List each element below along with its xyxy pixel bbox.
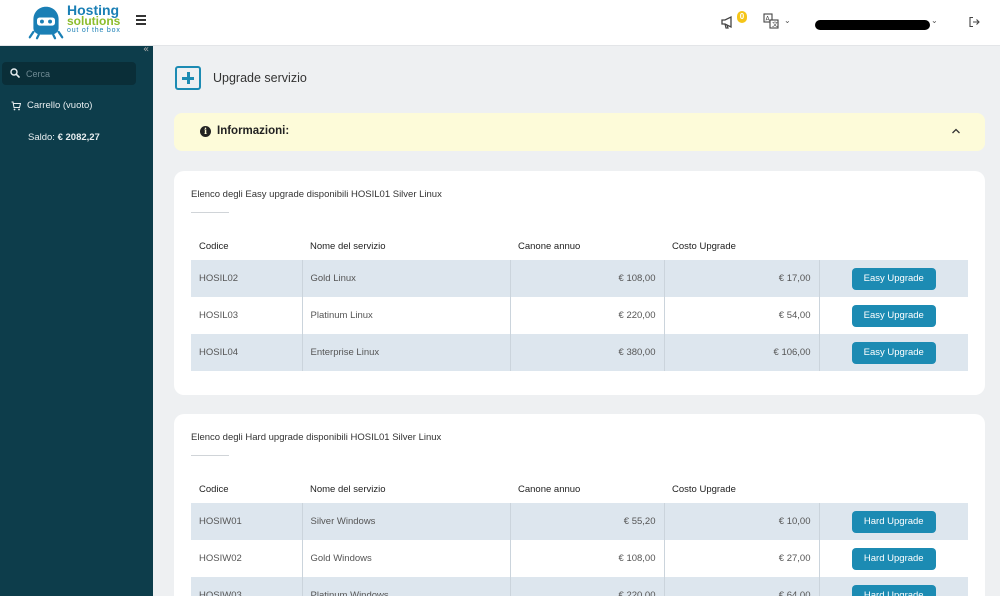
search-input[interactable] <box>26 66 126 81</box>
main-content: Upgrade servizio i Informazioni: Elenco … <box>153 46 1000 596</box>
cell-code: HOSIL04 <box>191 334 302 371</box>
logout-icon[interactable] <box>968 16 980 28</box>
balance: Saldo: € 2082,27 <box>28 132 100 143</box>
easy-upgrade-table: Codice Nome del servizio Canone annuo Co… <box>191 233 968 371</box>
cell-action: Easy Upgrade <box>818 260 968 297</box>
table-header-row: Codice Nome del servizio Canone annuo Co… <box>191 233 968 260</box>
sidebar-collapse-icon[interactable]: « <box>143 44 149 55</box>
page-header: Upgrade servizio <box>175 66 307 90</box>
cell-annual-fee: € 380,00 <box>509 334 664 371</box>
user-chevron-down-icon[interactable]: ⌄ <box>931 16 938 25</box>
chevron-up-icon[interactable] <box>951 126 961 136</box>
column-header-annual-fee: Canone annuo <box>518 484 581 495</box>
cell-name: Enterprise Linux <box>301 334 510 371</box>
table-row: HOSIW02 Gold Windows € 108,00 € 27,00 Ha… <box>191 540 968 577</box>
balance-label: Saldo: <box>28 132 55 143</box>
cell-name: Platinum Windows <box>301 577 510 596</box>
hard-upgrade-card: Elenco degli Hard upgrade disponibili HO… <box>174 414 985 596</box>
cell-upgrade-cost: € 64,00 <box>663 577 819 596</box>
divider <box>191 455 229 456</box>
translate-icon[interactable]: A 文 <box>763 13 779 29</box>
cell-action: Hard Upgrade <box>818 503 968 540</box>
cell-annual-fee: € 108,00 <box>509 260 664 297</box>
cell-name: Platinum Linux <box>301 297 510 334</box>
brand-tagline: out of the box <box>67 27 121 34</box>
table-row: HOSIW01 Silver Windows € 55,20 € 10,00 H… <box>191 503 968 540</box>
cart-icon <box>11 101 21 110</box>
balance-value: € 2082,27 <box>57 132 100 143</box>
column-header-upgrade-cost: Costo Upgrade <box>672 241 736 252</box>
hard-upgrade-button[interactable]: Hard Upgrade <box>851 547 936 570</box>
plus-square-icon <box>175 66 201 90</box>
info-title: Informazioni: <box>217 125 290 137</box>
svg-text:文: 文 <box>772 21 778 29</box>
hard-upgrade-button[interactable]: Hard Upgrade <box>851 584 936 596</box>
table-row: HOSIW03 Platinum Windows € 220,00 € 64,0… <box>191 577 968 596</box>
cell-code: HOSIW01 <box>191 503 302 540</box>
column-header-annual-fee: Canone annuo <box>518 241 581 252</box>
megaphone-icon[interactable] <box>720 14 736 30</box>
column-header-name: Nome del servizio <box>310 484 386 495</box>
easy-upgrade-title: Elenco degli Easy upgrade disponibili HO… <box>191 189 442 200</box>
column-header-code: Codice <box>199 484 229 495</box>
column-header-code: Codice <box>199 241 229 252</box>
user-name-redacted[interactable] <box>815 20 930 30</box>
language-chevron-down-icon[interactable]: ⌄ <box>784 16 791 25</box>
notification-badge: 0 <box>737 11 747 23</box>
hard-upgrade-title: Elenco degli Hard upgrade disponibili HO… <box>191 432 442 443</box>
cell-code: HOSIW03 <box>191 577 302 596</box>
easy-upgrade-button[interactable]: Easy Upgrade <box>851 341 936 364</box>
hard-upgrade-table: Codice Nome del servizio Canone annuo Co… <box>191 476 968 596</box>
easy-upgrade-button[interactable]: Easy Upgrade <box>851 304 936 327</box>
cell-action: Hard Upgrade <box>818 540 968 577</box>
hard-upgrade-button[interactable]: Hard Upgrade <box>851 510 936 533</box>
table-row: HOSIL03 Platinum Linux € 220,00 € 54,00 … <box>191 297 968 334</box>
logo-text: Hosting solutions out of the box <box>67 3 121 34</box>
cell-action: Hard Upgrade <box>818 577 968 596</box>
cell-annual-fee: € 55,20 <box>509 503 664 540</box>
top-bar: Hosting solutions out of the box 0 A 文 ⌄… <box>0 0 1000 46</box>
search-icon <box>10 68 20 78</box>
column-header-name: Nome del servizio <box>310 241 386 252</box>
column-header-action <box>819 476 968 503</box>
easy-upgrade-card: Elenco degli Easy upgrade disponibili HO… <box>174 171 985 395</box>
cell-action: Easy Upgrade <box>818 334 968 371</box>
table-header-row: Codice Nome del servizio Canone annuo Co… <box>191 476 968 503</box>
sidebar: « Carrello (vuoto) Saldo: € 2082,27 <box>0 44 153 596</box>
cart-label: Carrello (vuoto) <box>27 100 93 111</box>
cell-name: Gold Linux <box>301 260 510 297</box>
cell-code: HOSIW02 <box>199 553 242 564</box>
cell-upgrade-cost: € 10,00 <box>663 503 819 540</box>
cell-upgrade-cost: € 106,00 <box>663 334 819 371</box>
cell-action: Easy Upgrade <box>818 297 968 334</box>
menu-toggle-icon[interactable] <box>136 15 146 25</box>
search-box[interactable] <box>2 62 136 85</box>
cell-name: Gold Windows <box>301 540 510 577</box>
column-header-upgrade-cost: Costo Upgrade <box>672 484 736 495</box>
cell-code: HOSIL03 <box>199 310 239 321</box>
cell-upgrade-cost: € 27,00 <box>663 540 819 577</box>
info-panel[interactable]: i Informazioni: <box>174 113 985 151</box>
brand-subtitle: solutions <box>67 14 121 28</box>
divider <box>191 212 229 213</box>
info-circle-icon: i <box>200 126 211 137</box>
cell-code: HOSIL02 <box>191 260 302 297</box>
page-title: Upgrade servizio <box>213 71 307 85</box>
cell-annual-fee: € 108,00 <box>509 540 664 577</box>
table-row: HOSIL02 Gold Linux € 108,00 € 17,00 Easy… <box>191 260 968 297</box>
easy-upgrade-button[interactable]: Easy Upgrade <box>851 267 936 290</box>
cell-annual-fee: € 220,00 <box>509 297 664 334</box>
table-row: HOSIL04 Enterprise Linux € 380,00 € 106,… <box>191 334 968 371</box>
cell-upgrade-cost: € 54,00 <box>663 297 819 334</box>
cell-upgrade-cost: € 17,00 <box>663 260 819 297</box>
logo-mascot-icon[interactable] <box>28 3 64 41</box>
cell-annual-fee: € 220,00 <box>509 577 664 596</box>
cell-name: Silver Windows <box>301 503 510 540</box>
cart-link[interactable]: Carrello (vuoto) <box>11 100 92 111</box>
column-header-action <box>819 233 968 260</box>
